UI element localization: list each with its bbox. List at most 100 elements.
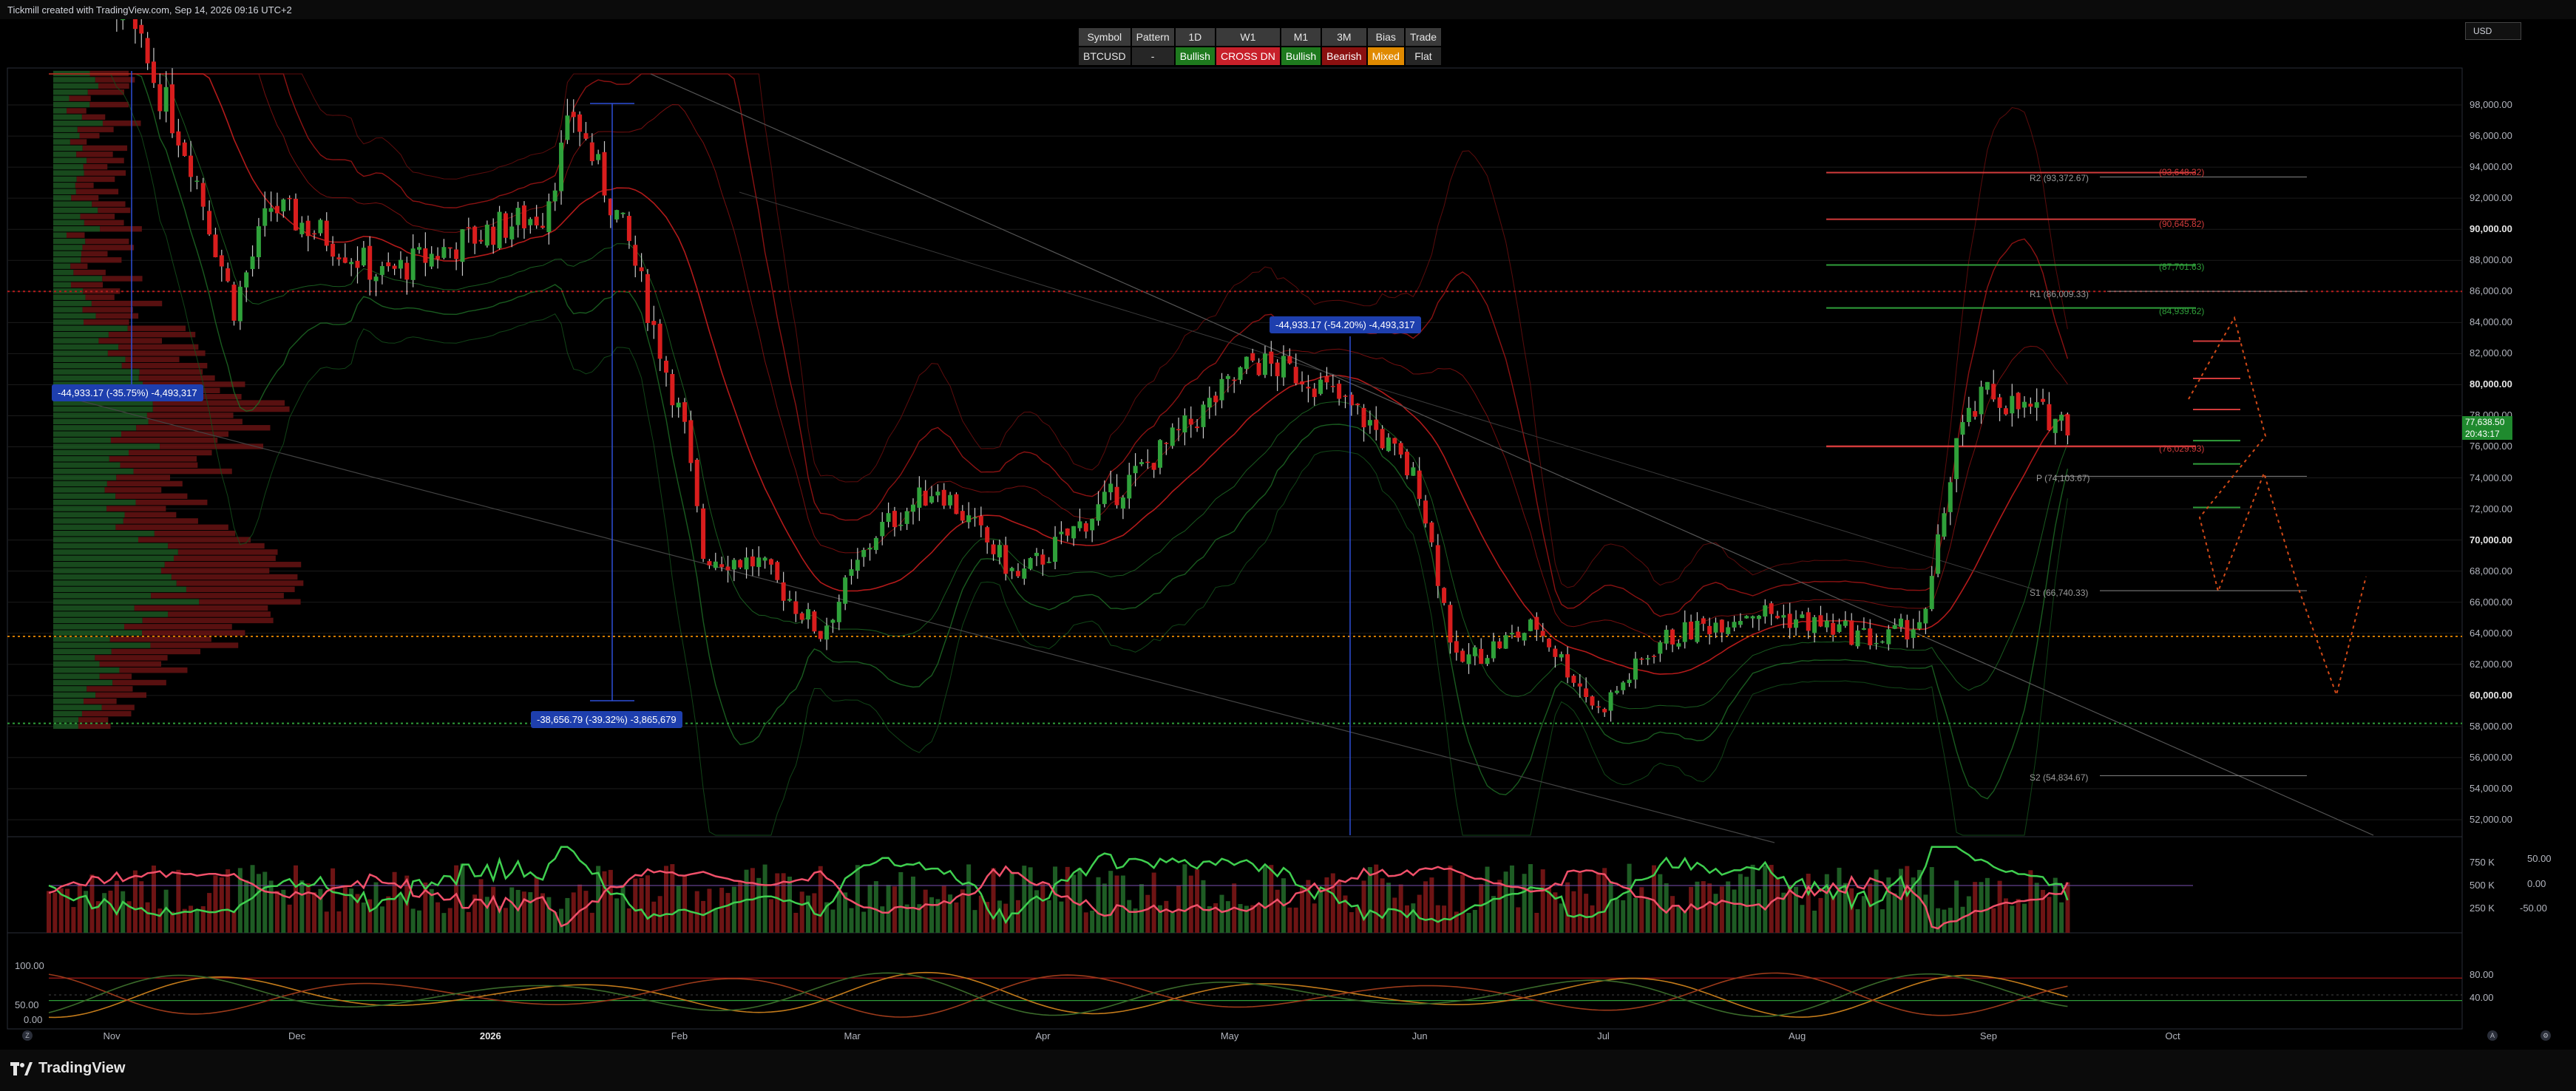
volume-bar [491,886,496,933]
volume-bar [1831,896,1836,933]
volume-bar [602,871,607,933]
volume-profile-bar [73,269,106,276]
level-87-label: (87,701.63) [2159,262,2205,272]
candle-body [1849,620,1854,645]
candle-body [1442,588,1447,603]
volume-profile-bar [53,468,134,475]
volume-profile-bar [53,170,84,176]
volume-profile-bar [152,406,290,412]
band-line [49,73,2068,675]
candle-body [1343,395,1348,397]
volume-bar [966,864,972,933]
volume-bar [571,892,576,933]
volume-bar [738,881,743,933]
volume-profile-bar [99,673,132,679]
candle-body [1954,438,1959,480]
volume-profile-bar [95,77,135,83]
candle-body [1170,427,1175,446]
currency-selector[interactable]: USD [2465,22,2521,40]
volume-profile-bar [142,617,274,624]
volume-bar [1880,909,1885,933]
volume-bar [911,876,915,933]
volume-profile-bar [76,176,115,183]
volume-profile-bar [81,710,132,717]
volume-bar [775,873,780,933]
candle-body [1874,642,1879,645]
auto-scale-button[interactable]: A [2487,1030,2498,1041]
pivot-s2-label: S2 (54,834.67) [2030,772,2089,783]
volume-profile-bar [53,562,165,568]
volume-bar [77,886,82,933]
volume-bar [1065,866,1070,933]
measure-badge-left[interactable]: -44,933.17 (-35.75%) -4,493,317 [52,384,203,401]
volume-profile-bar [115,524,228,530]
candle-body [781,582,786,601]
volume-bar [1948,908,1953,933]
chart-canvas[interactable] [0,0,2576,1091]
price-tick: 64,000.00 [2470,627,2512,639]
volume-bar [1423,881,1428,933]
volume-bar [1726,881,1731,933]
candle-body [1837,624,1842,632]
volume-profile-bar [84,170,126,176]
candle-body [1565,654,1570,678]
volume-profile-bar [82,145,128,152]
volume-bar [226,869,231,933]
volume-bar [960,889,965,933]
volume-profile-bar [168,543,265,549]
volume-bar [2053,877,2058,933]
volume-bar [1059,901,1064,933]
candle-body [417,247,421,250]
candle-body [935,492,940,496]
timezone-button[interactable]: Z [22,1030,33,1041]
volume-profile-bar [53,543,169,549]
candle-body [1577,683,1582,687]
volume-bar [1658,874,1663,933]
candle-body [941,489,946,506]
volume-profile-bar [53,425,137,431]
settings-button[interactable]: ⚙ [2541,1030,2551,1041]
volume-bar [756,877,762,933]
candle-body [1312,388,1317,398]
candle-body [1590,696,1595,706]
volume-profile-bar [53,331,109,338]
volume-profile-bar [53,276,103,282]
candle-body [1750,616,1755,619]
volume-bar [806,895,811,933]
volume-bar [731,886,736,933]
measure-tools [131,71,1351,835]
volume-profile-bar [89,101,129,108]
volume-profile-bar [85,238,129,245]
volume-profile-bar [91,300,163,307]
volume-bar [799,891,804,933]
volume-bar [1164,900,1169,933]
volume-bar [880,906,885,933]
volume-bar [1676,906,1681,933]
measure-badge-bottom[interactable]: -38,656.79 (-39.32%) -3,865,679 [531,711,682,728]
volume-profile-bar [53,238,86,245]
volume-bar [626,908,631,933]
trend-lines [73,73,2374,843]
candle-body [2065,414,2070,436]
volume-profile-bar [75,183,94,188]
volume-profile-bar [53,418,149,425]
volume-bar [1892,893,1897,933]
candle-body [1559,654,1564,658]
volume-bar [1083,912,1088,933]
time-tick: Mar [844,1030,861,1041]
volume-profile-bar [53,188,76,194]
horizontal-levels [7,171,2462,776]
volume-profile-bar [53,226,101,232]
volume-bar [546,897,552,933]
tradingview-logo-icon [10,1061,33,1075]
candle-body [299,222,305,234]
measure-badge-mid[interactable]: -44,933.17 (-54.20%) -4,493,317 [1270,316,1421,333]
volume-bar [435,902,441,933]
candle-body [200,183,206,207]
candle-body [1454,641,1459,653]
candle-body [441,247,447,258]
volume-bar [1293,907,1298,933]
candle-body [898,524,904,526]
tradingview-logo[interactable]: TradingView [10,1060,125,1077]
candle-body [1781,615,1786,618]
